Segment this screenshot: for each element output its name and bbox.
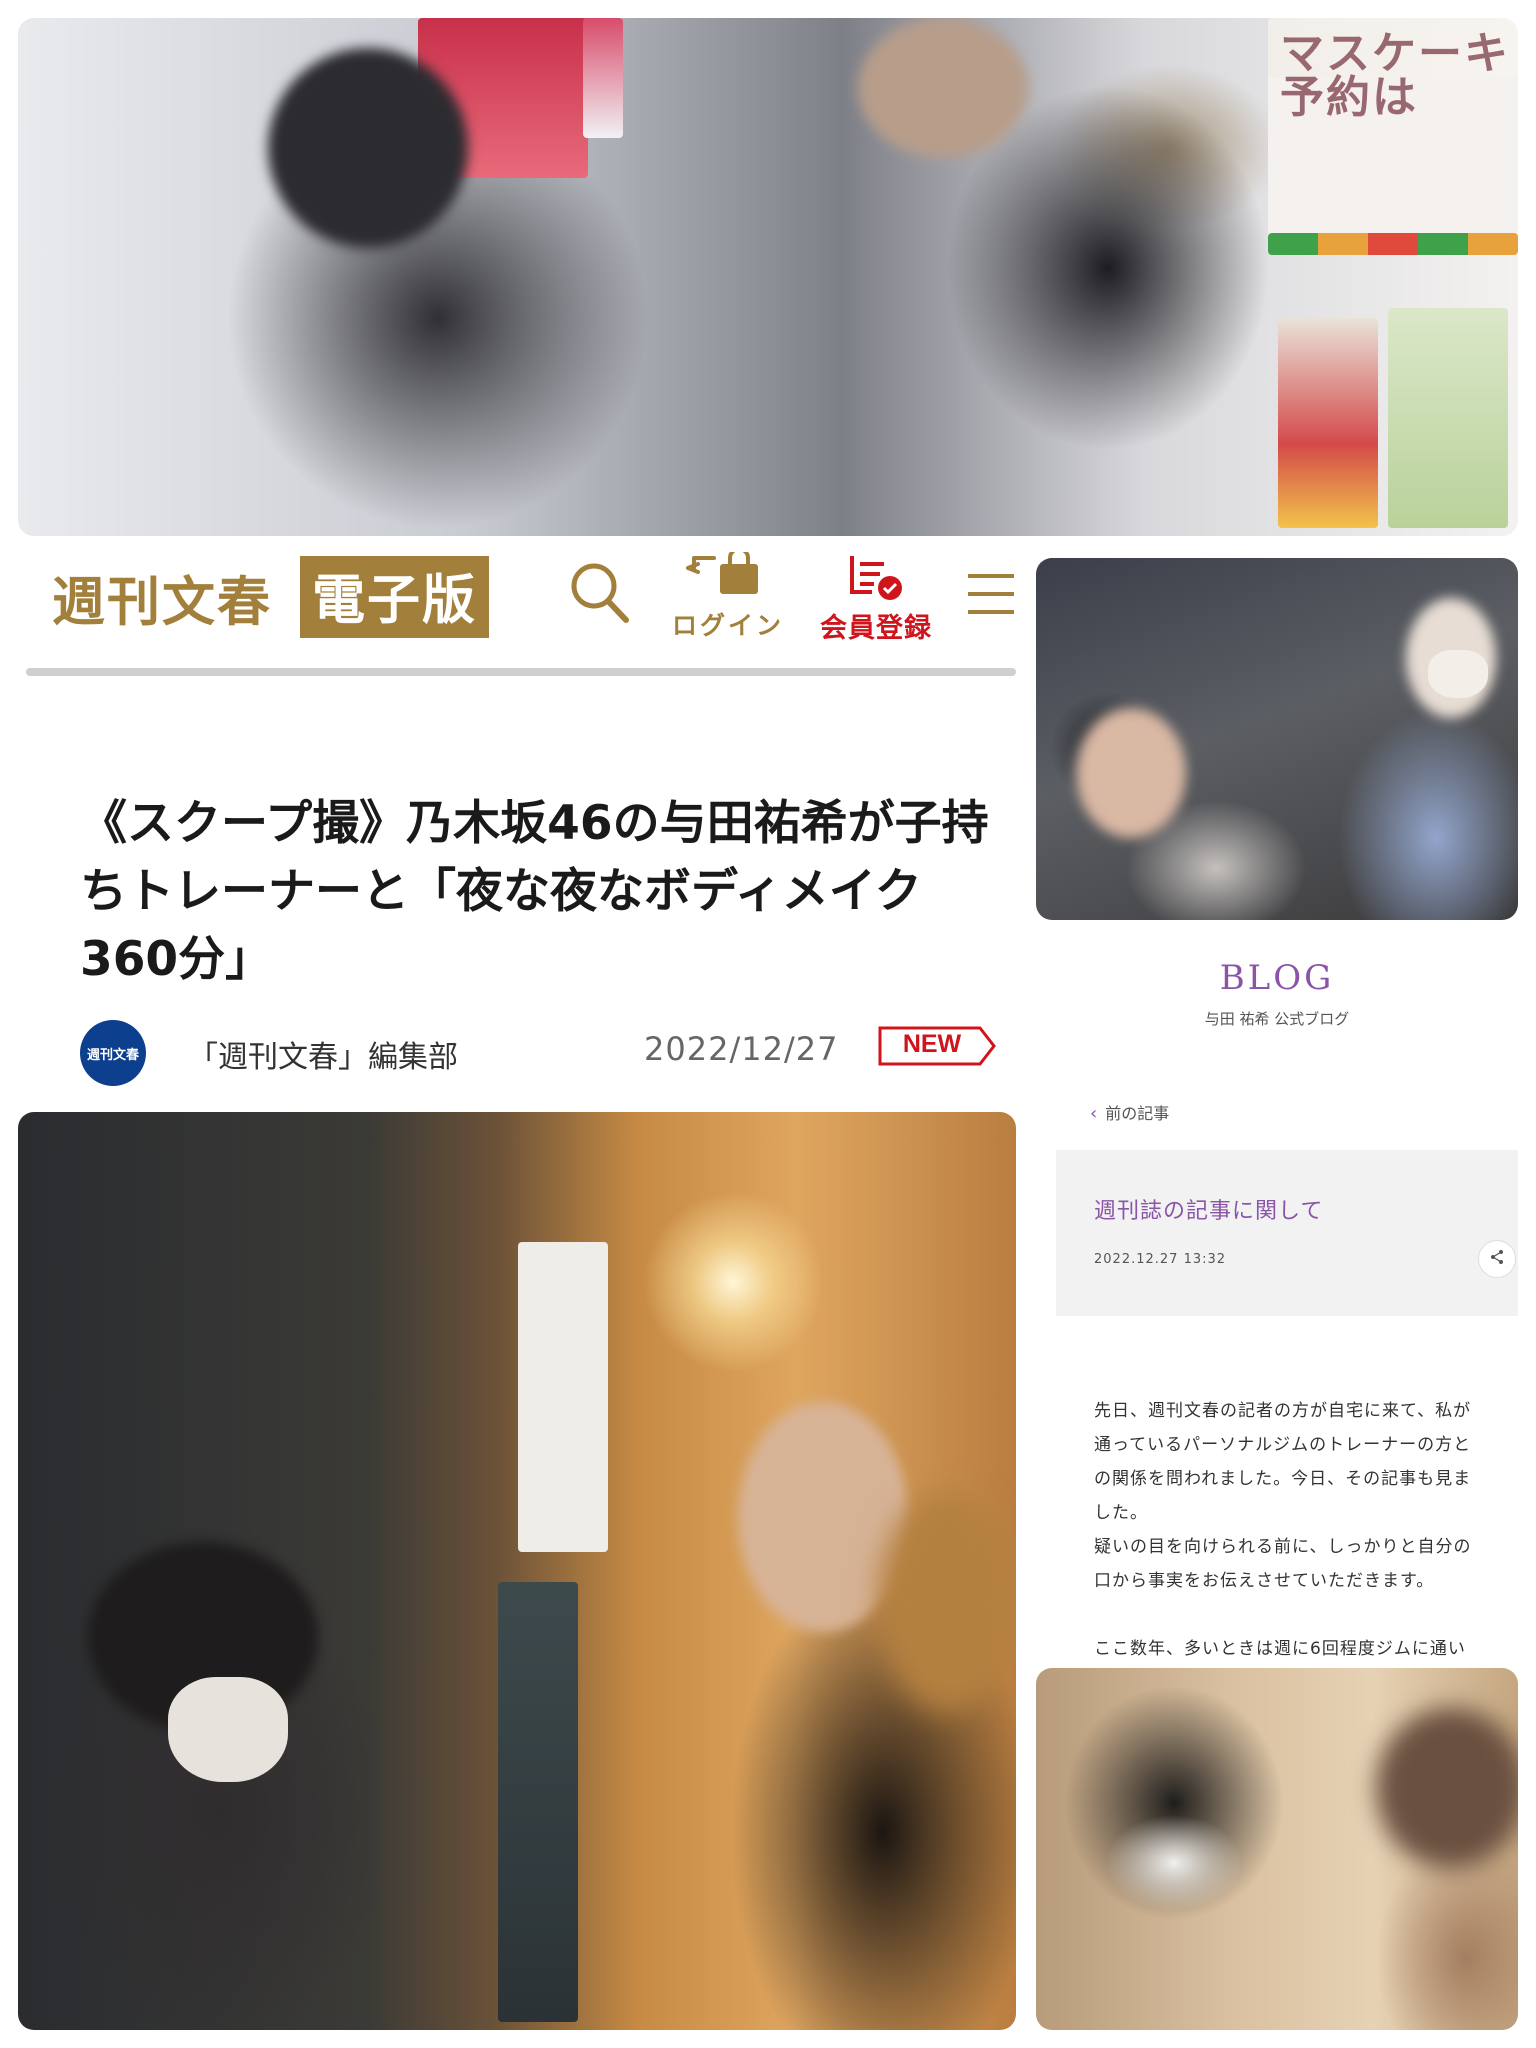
search-icon[interactable] — [568, 560, 632, 626]
post-body-line: した。 — [1094, 1503, 1148, 1523]
post-title: 週刊誌の記事に関して — [1094, 1199, 1324, 1224]
share-icon — [1489, 1249, 1505, 1269]
share-button[interactable] — [1478, 1240, 1516, 1278]
new-badge-label: NEW — [902, 1030, 962, 1058]
register-button[interactable]: 会員登録 — [806, 552, 946, 645]
blog-photo-top — [1036, 558, 1518, 920]
post-body-line: 先日、週刊文春の記者の方が自宅に来て、私が — [1094, 1401, 1472, 1421]
post-body-line — [1094, 1598, 1514, 1632]
post-datetime: 2022.12.27 13:32 — [1094, 1252, 1227, 1267]
post-body-line: 通っているパーソナルジムのトレーナーの方と — [1094, 1435, 1472, 1455]
register-list-icon — [840, 556, 912, 606]
article-title[interactable]: 《スクープ撮》乃木坂46の与田祐希が子持ちトレーナーと「夜な夜なボディメイク36… — [80, 790, 1000, 994]
login-button[interactable]: ログイン — [668, 547, 788, 642]
post-body: 先日、週刊文春の記者の方が自宅に来て、私が 通っているパーソナルジムのトレーナー… — [1094, 1394, 1514, 1666]
login-bag-icon — [680, 547, 776, 602]
store-sign: マスケーキ予約は — [1280, 29, 1510, 122]
blog-subtitle: 与田 祐希 公式ブログ — [1204, 1010, 1350, 1028]
article-photo — [18, 1112, 1016, 2030]
post-body-line: の関係を問われました。今日、その記事も見ま — [1094, 1469, 1472, 1489]
prev-article-label: 前の記事 — [1105, 1104, 1170, 1123]
menu-icon[interactable] — [966, 572, 1016, 616]
header-divider — [26, 668, 1016, 676]
site-logo[interactable]: 週刊文春 — [52, 560, 272, 636]
post-body-line: 疑いの目を向けられる前に、しっかりと自分の — [1094, 1537, 1472, 1557]
post-body-line: 口から事実をお伝えさせていただきます。 — [1094, 1571, 1435, 1591]
post-body-line: ここ数年、多いときは週に6回程度ジムに通い — [1094, 1639, 1466, 1659]
blog-photo-bottom — [1036, 1668, 1518, 2030]
publisher-avatar: 週刊文春 — [80, 1020, 146, 1086]
digital-edition-badge: 電子版 — [300, 556, 489, 638]
blog-heading: BLOG — [1219, 958, 1335, 998]
login-label: ログイン — [671, 611, 784, 640]
publish-date: 2022/12/27 — [644, 1030, 839, 1068]
prev-article-link[interactable]: ‹ 前の記事 — [1090, 1100, 1169, 1124]
chevron-left-icon: ‹ — [1090, 1103, 1098, 1124]
new-badge: NEW — [876, 1026, 996, 1066]
author-name[interactable]: 「週刊文春」編集部 — [188, 1032, 458, 1076]
top-photo: マスケーキ予約は — [18, 18, 1518, 536]
post-header-card — [1056, 1150, 1518, 1316]
register-label: 会員登録 — [820, 613, 932, 644]
